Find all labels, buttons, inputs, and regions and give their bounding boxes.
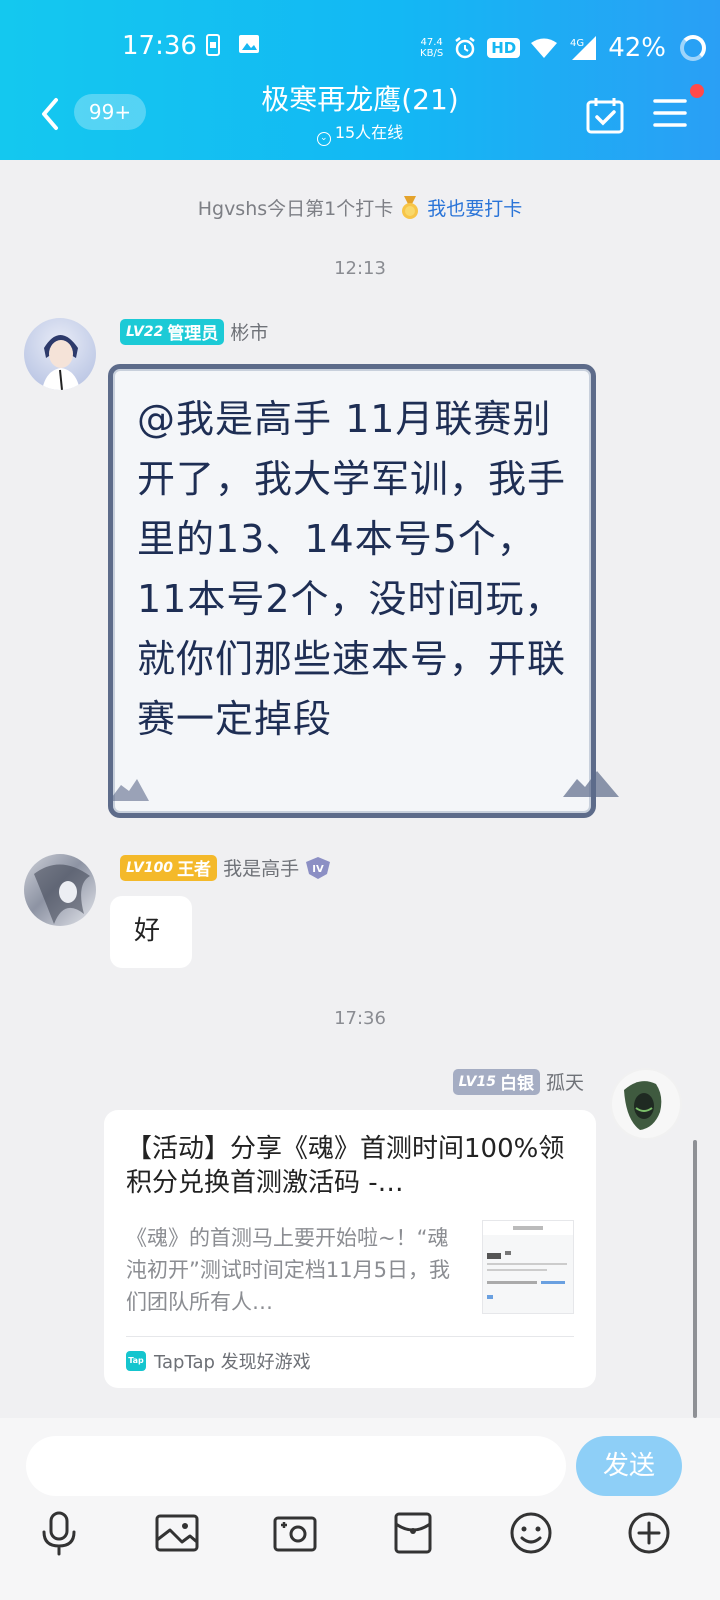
avatar[interactable] — [24, 318, 96, 390]
status-bar: 17:36 47.4 KB/S HD 4G 42% — [0, 28, 720, 68]
screenshot-icon — [206, 34, 220, 56]
wifi-icon — [531, 38, 558, 58]
notification-icons — [206, 34, 260, 56]
mountain-decoration-icon — [109, 779, 149, 801]
timestamp: 12:13 — [334, 258, 386, 279]
checkin-calendar-icon[interactable] — [586, 96, 624, 134]
online-count: 15人在线 — [334, 123, 404, 142]
taptap-logo-icon: Tap — [126, 1351, 146, 1371]
medal-icon — [402, 196, 419, 219]
image-icon[interactable] — [154, 1510, 200, 1556]
role: 王者 — [177, 860, 212, 880]
alarm-icon — [455, 37, 475, 59]
level-badge: LV22 管理员 — [120, 318, 225, 345]
level: LV100 — [126, 859, 174, 876]
sender-name[interactable]: 我是高手 — [223, 854, 299, 881]
chat-header: 17:36 47.4 KB/S HD 4G 42% 99+ 极寒再龙鹰(21) … — [0, 0, 720, 160]
sender-name[interactable]: 彬市 — [230, 318, 268, 345]
level: LV22 — [126, 323, 164, 340]
avatar[interactable] — [610, 1068, 682, 1140]
battery-percent: 42% — [608, 33, 666, 63]
message-input[interactable] — [26, 1436, 566, 1496]
level: LV15 — [458, 1073, 496, 1090]
battery-ring-icon — [680, 35, 706, 61]
sender-meta: LV100 王者 我是高手 IV — [120, 854, 331, 881]
sender-meta: LV15 白银 孤天 — [438, 1068, 584, 1095]
checkin-link[interactable]: 我也要打卡 — [427, 198, 522, 220]
card-source: Tap TapTap 发现好游戏 — [126, 1348, 311, 1374]
input-bar: 发送 — [0, 1418, 720, 1600]
card-source-text: TapTap 发现好游戏 — [154, 1352, 311, 1373]
microphone-icon[interactable] — [36, 1510, 82, 1556]
avatar-image — [612, 1070, 680, 1138]
cell-signal-icon: 4G — [570, 36, 597, 60]
net-speed-unit: KB/S — [420, 48, 444, 59]
card-thumbnail — [482, 1220, 574, 1314]
red-packet-icon[interactable] — [390, 1510, 436, 1556]
message-text: @我是高手 11月联赛别开了，我大学军训，我手里的13、14本号5个，11本号2… — [137, 397, 567, 741]
hd-badge: HD — [487, 38, 521, 58]
mountain-decoration-icon — [563, 771, 619, 797]
role: 管理员 — [167, 324, 219, 344]
checkin-text: Hgvshs今日第1个打卡 — [197, 198, 394, 220]
menu-icon[interactable] — [652, 96, 688, 130]
notification-dot — [690, 84, 704, 98]
timestamp: 17:36 — [334, 1008, 386, 1029]
gallery-icon — [239, 35, 259, 53]
net-type: 4G — [570, 38, 584, 49]
sender-name[interactable]: 孤天 — [546, 1068, 584, 1095]
net-speed: 47.4 KB/S — [420, 37, 443, 59]
level-badge: LV15 白银 — [452, 1068, 540, 1095]
message-text: 好 — [134, 916, 161, 946]
camera-icon[interactable] — [272, 1510, 318, 1556]
rank-shield-icon: IV — [306, 856, 331, 879]
sender-meta: LV22 管理员 彬市 — [120, 318, 268, 345]
message-bubble[interactable]: 好 — [110, 896, 192, 968]
avatar[interactable] — [24, 854, 96, 926]
checkin-notice: Hgvshs今日第1个打卡 我也要打卡 — [0, 194, 720, 221]
avatar-image — [42, 335, 80, 390]
plus-icon[interactable] — [626, 1510, 672, 1556]
card-thumbnail-image — [483, 1221, 573, 1299]
level-badge: LV100 王者 — [120, 854, 218, 881]
avatar-image — [34, 864, 90, 924]
message-bubble[interactable]: @我是高手 11月联赛别开了，我大学军训，我手里的13、14本号5个，11本号2… — [108, 364, 619, 818]
status-right: 47.4 KB/S HD 4G 42% — [420, 30, 706, 66]
chevron-down-circle-icon: ⌄ — [316, 132, 331, 146]
role: 白银 — [499, 1074, 534, 1094]
card-divider — [126, 1336, 574, 1337]
rank-label: IV — [312, 864, 324, 875]
card-title: 【活动】分享《魂》首测时间100%领积分兑换首测激活码 -… — [126, 1134, 565, 1198]
status-time: 17:36 — [122, 31, 197, 61]
send-button[interactable]: 发送 — [576, 1436, 682, 1496]
card-description: 《魂》的首测马上要开始啦~！“魂沌初开”测试时间定档11月5日，我们团队所有人… — [126, 1226, 450, 1314]
scrollbar[interactable] — [693, 1140, 697, 1418]
emoji-icon[interactable] — [508, 1510, 554, 1556]
net-speed-value: 47.4 — [420, 37, 443, 48]
shared-link-card[interactable]: 【活动】分享《魂》首测时间100%领积分兑换首测激活码 -… 《魂》的首测马上要… — [104, 1110, 596, 1388]
